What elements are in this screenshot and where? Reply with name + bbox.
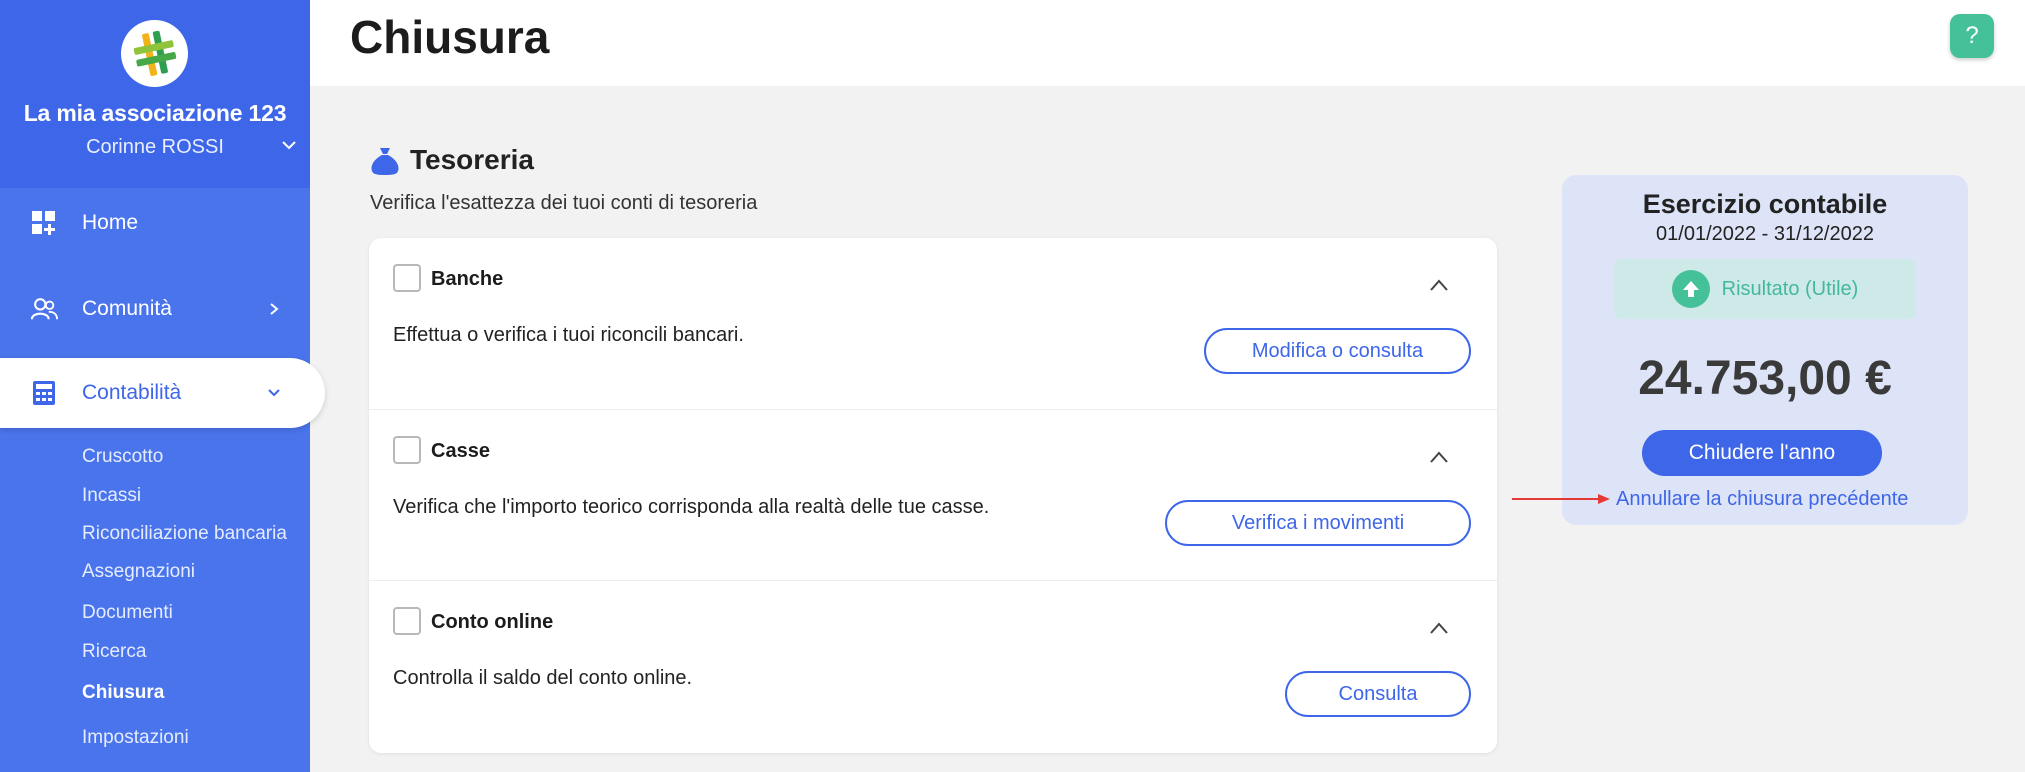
- sidebar: La mia associazione 123 Corinne ROSSI Ho…: [0, 0, 325, 772]
- conto-online-checkbox[interactable]: [393, 607, 421, 635]
- hashtag-logo-icon: [133, 30, 177, 76]
- row-casse: Casse Verifica che l'importo teorico cor…: [369, 409, 1497, 580]
- row-title: Conto online: [431, 611, 554, 633]
- section-title: Tesoreria: [410, 144, 534, 175]
- row-description: Effettua o verifica i tuoi riconcili ban…: [393, 324, 744, 346]
- arrow-up-icon: [1671, 270, 1710, 308]
- sidebar-header: La mia associazione 123 Corinne ROSSI: [0, 0, 310, 188]
- nav-label-comunita: Comunità: [82, 297, 172, 320]
- chevron-up-icon[interactable]: [1429, 278, 1449, 292]
- nav-item-contabilita[interactable]: Contabilità: [0, 358, 325, 428]
- close-year-button[interactable]: Chiudere l'anno: [1642, 430, 1882, 476]
- sub-item-chiusura[interactable]: Chiusura: [82, 682, 164, 704]
- cancel-closure-link[interactable]: Annullare la chiusura precédente: [1616, 488, 1908, 511]
- org-name: La mia associazione 123: [23, 100, 287, 126]
- sub-item-cruscotto[interactable]: Cruscotto: [82, 446, 163, 468]
- panel-title: Esercizio contabile: [1642, 189, 1888, 219]
- sub-item-documenti[interactable]: Documenti: [82, 602, 173, 624]
- nav-item-home[interactable]: Home: [0, 189, 310, 257]
- banche-checkbox[interactable]: [393, 264, 421, 292]
- user-name[interactable]: Corinne ROSSI: [0, 136, 310, 159]
- page-title: Chiusura: [350, 11, 550, 63]
- annotation-arrow-icon: [1512, 494, 1610, 504]
- casse-checkbox[interactable]: [393, 436, 421, 464]
- modifica-consulta-button[interactable]: Modifica o consulta: [1204, 328, 1471, 374]
- logo[interactable]: [121, 20, 188, 87]
- money-bag-icon: [371, 148, 399, 175]
- chevron-right-icon: [270, 303, 279, 315]
- sub-item-impostazioni[interactable]: Impostazioni: [82, 727, 189, 749]
- nav-item-comunita[interactable]: Comunità: [0, 275, 310, 343]
- result-amount: 24.753,00 €: [1638, 352, 1892, 405]
- row-conto-online: Conto online Controlla il saldo del cont…: [369, 580, 1497, 751]
- chevron-down-icon[interactable]: [280, 136, 298, 154]
- row-description: Controlla il saldo del conto online.: [393, 667, 693, 689]
- calculator-icon: [30, 379, 58, 407]
- fiscal-year-panel: Esercizio contabile 01/01/2022 - 31/12/2…: [1562, 175, 1968, 525]
- fiscal-dates: 01/01/2022 - 31/12/2022: [1656, 223, 1874, 245]
- chevron-up-icon[interactable]: [1429, 450, 1449, 464]
- dashboard-icon: [30, 209, 58, 237]
- sub-item-incassi[interactable]: Incassi: [82, 485, 141, 507]
- result-badge: Risultato (Utile): [1614, 259, 1916, 319]
- page-header: Chiusura ?: [310, 0, 2025, 86]
- verifica-movimenti-button[interactable]: Verifica i movimenti: [1165, 500, 1471, 546]
- consulta-button[interactable]: Consulta: [1285, 671, 1471, 717]
- row-banche: Banche Effettua o verifica i tuoi riconc…: [369, 238, 1497, 409]
- chevron-down-icon: [268, 389, 280, 397]
- sub-item-ricerca[interactable]: Ricerca: [82, 641, 146, 663]
- row-title: Casse: [431, 440, 490, 462]
- nav-label-contabilita: Contabilità: [82, 381, 182, 404]
- chevron-up-icon[interactable]: [1429, 621, 1449, 635]
- section-subtitle: Verifica l'esattezza dei tuoi conti di t…: [370, 192, 758, 214]
- help-button[interactable]: ?: [1950, 14, 1994, 58]
- sub-item-riconciliazione[interactable]: Riconciliazione bancaria: [82, 523, 287, 545]
- nav-label-home: Home: [82, 211, 139, 234]
- treasury-card: Banche Effettua o verifica i tuoi riconc…: [369, 238, 1497, 753]
- sub-item-assegnazioni[interactable]: Assegnazioni: [82, 561, 195, 583]
- users-icon: [30, 295, 58, 323]
- row-description: Verifica che l'importo teorico corrispon…: [393, 496, 990, 518]
- result-label: Risultato (Utile): [1721, 277, 1859, 300]
- row-title: Banche: [431, 268, 504, 290]
